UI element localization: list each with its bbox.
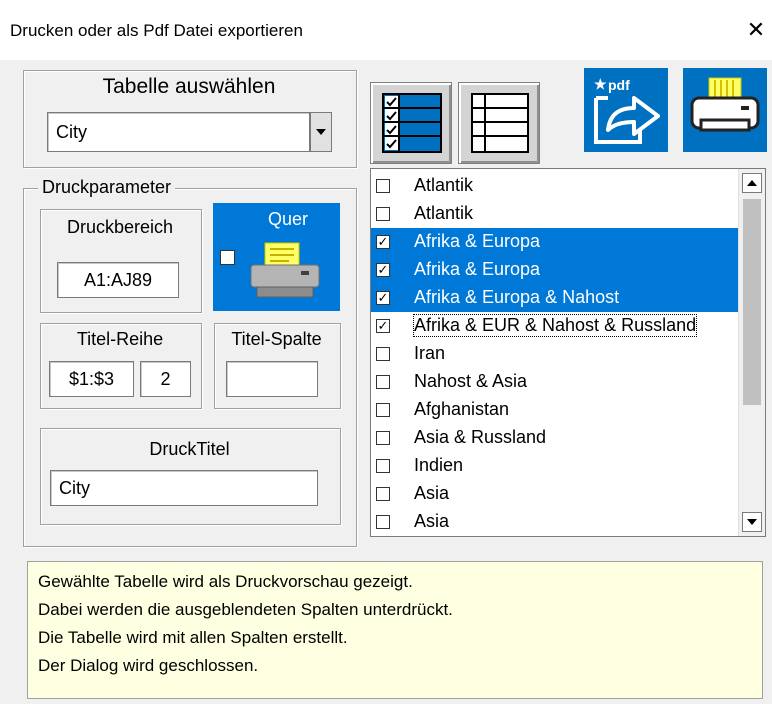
pdf-export-button[interactable]: ★ pdf [584, 68, 668, 152]
close-icon[interactable]: ✕ [742, 16, 770, 44]
list-item[interactable]: ✓ Afrika & Europa [371, 228, 741, 256]
print-title-label: DruckTitel [149, 439, 230, 459]
landscape-checkbox[interactable] [220, 250, 235, 265]
info-line: Die Tabelle wird mit allen Spalten erste… [38, 628, 348, 647]
title-col-input[interactable] [226, 361, 318, 397]
list-item-label: Asia [414, 483, 450, 503]
list-item-checkbox[interactable] [376, 403, 390, 417]
left-edge [0, 561, 27, 704]
scroll-down-button[interactable] [742, 512, 762, 532]
list-item-label: Atlantik [414, 175, 474, 195]
list-item-label: Afghanistan [414, 399, 510, 419]
list-item-label: Indien [414, 455, 464, 475]
table-icon [471, 93, 529, 153]
list-item-checkbox[interactable] [376, 207, 390, 221]
deselect-all-button[interactable] [458, 82, 540, 164]
print-area-label: Druckbereich [66, 217, 174, 237]
list-item-label: Nahost & Asia [414, 371, 528, 391]
print-area-input[interactable]: A1:AJ89 [57, 262, 179, 298]
checklist-icon [382, 93, 442, 153]
list-item[interactable]: Indien [371, 452, 741, 480]
list-item-checkbox[interactable] [376, 347, 390, 361]
list-item[interactable]: Nahost & Asia [371, 368, 741, 396]
svg-text:pdf: pdf [608, 77, 630, 93]
title-bar: Drucken oder als Pdf Datei exportieren ✕ [0, 0, 772, 60]
list-item[interactable]: Asia [371, 508, 741, 536]
table-select-combobox[interactable]: City [47, 112, 310, 152]
list-item[interactable]: ✓ Afrika & Europa [371, 256, 741, 284]
chevron-down-icon [747, 519, 757, 525]
list-item-label: Afrika & EUR & Nahost & Russland [412, 314, 698, 337]
list-item-label: Asia [414, 511, 450, 531]
svg-text:★: ★ [594, 76, 607, 92]
list-item-label: Atlantik [414, 203, 474, 223]
list-item-checkbox[interactable]: ✓ [376, 291, 390, 305]
select-all-button[interactable] [370, 82, 452, 164]
bottom-border [0, 699, 772, 704]
list-item-checkbox[interactable] [376, 487, 390, 501]
list-item-label: Asia & Russland [414, 427, 547, 447]
sheet-list[interactable]: Atlantik Atlantik ✓ Afrika & Europa ✓ Afrika … [370, 168, 766, 537]
list-item[interactable]: Iran [371, 340, 741, 368]
print-title-input[interactable]: City [50, 470, 318, 506]
window-title: Drucken oder als Pdf Datei exportieren [10, 21, 303, 40]
title-row-input[interactable]: $1:$3 [49, 361, 134, 397]
list-item-label: Afrika & Europa [414, 259, 541, 279]
landscape-label: Quer [268, 209, 309, 229]
print-dialog: Drucken oder als Pdf Datei exportieren ✕… [0, 0, 772, 704]
list-item-checkbox[interactable] [376, 459, 390, 473]
list-item-checkbox[interactable]: ✓ [376, 263, 390, 277]
list-item-checkbox[interactable]: ✓ [376, 235, 390, 249]
list-item[interactable]: Atlantik [371, 200, 741, 228]
title-row-count-input[interactable]: 2 [140, 361, 191, 397]
list-item[interactable]: Afghanistan [371, 396, 741, 424]
table-select-label: Tabelle auswählen [102, 75, 276, 98]
list-item-label: Iran [414, 343, 446, 363]
list-item[interactable]: Asia & Russland [371, 424, 741, 452]
printer-icon [690, 77, 760, 132]
info-box: Gewählte Tabelle wird als Druckvorschau … [27, 561, 763, 699]
landscape-panel: Quer [213, 203, 340, 311]
list-item-checkbox[interactable] [376, 431, 390, 445]
list-scrollbar[interactable] [738, 169, 765, 536]
list-item-label: Afrika & Europa & Nahost [414, 287, 620, 307]
chevron-down-icon [316, 129, 326, 135]
list-item-checkbox[interactable] [376, 179, 390, 193]
table-select-dropdown-button[interactable] [310, 112, 332, 152]
pdf-export-icon: ★ pdf [594, 76, 660, 144]
list-item[interactable]: ✓ Afrika & EUR & Nahost & Russland [371, 312, 741, 340]
list-item-checkbox[interactable]: ✓ [376, 319, 390, 333]
chevron-up-icon [747, 180, 757, 186]
info-line: Gewählte Tabelle wird als Druckvorschau … [38, 572, 413, 591]
list-item[interactable]: ✓ Afrika & Europa & Nahost [371, 284, 741, 312]
list-item[interactable]: Atlantik [371, 172, 741, 200]
list-item-checkbox[interactable] [376, 515, 390, 529]
landscape-printer-icon [250, 242, 320, 298]
list-item-label: Afrika & Europa [414, 231, 541, 251]
print-button[interactable] [683, 68, 767, 152]
title-col-label: Titel-Spalte [231, 329, 322, 349]
list-item[interactable]: Asia [371, 480, 741, 508]
list-item-checkbox[interactable] [376, 375, 390, 389]
scrollbar-thumb[interactable] [743, 199, 761, 405]
title-row-label: Titel-Reihe [76, 329, 164, 349]
scroll-up-button[interactable] [742, 173, 762, 193]
info-line: Der Dialog wird geschlossen. [38, 656, 259, 675]
print-params-group-label: Druckparameter [38, 177, 176, 198]
info-line: Dabei werden die ausgeblendeten Spalten … [38, 600, 453, 619]
